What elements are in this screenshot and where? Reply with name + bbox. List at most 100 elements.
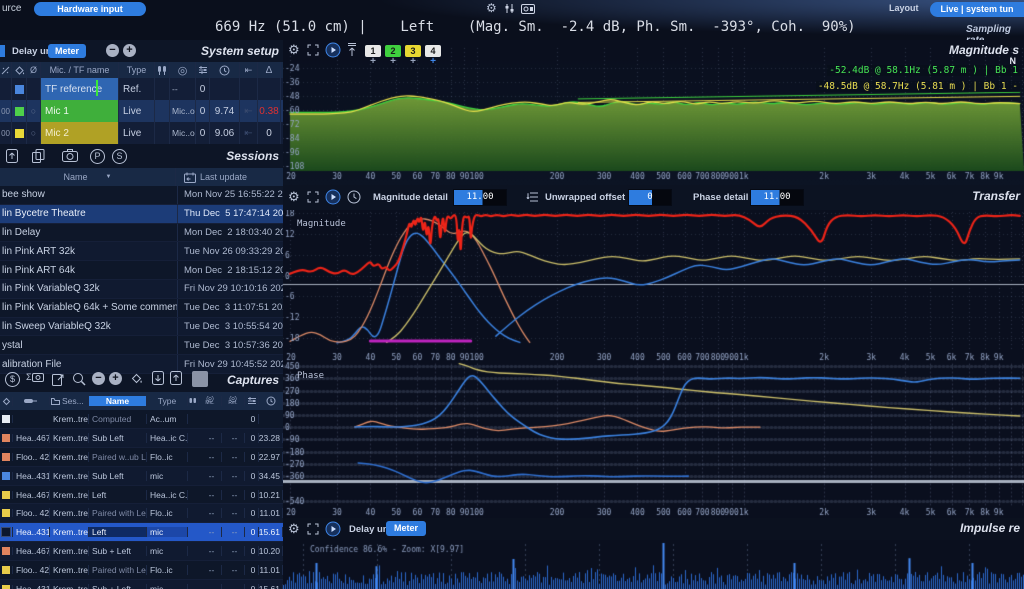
- checkbox[interactable]: [1, 527, 11, 537]
- session-row[interactable]: ystalTue Dec 3 10:57:36 2024: [0, 336, 283, 355]
- gear-icon[interactable]: ⚙: [486, 1, 497, 15]
- preset-s-icon[interactable]: S: [112, 149, 127, 164]
- gear-icon[interactable]: ⚙: [288, 42, 300, 58]
- capture-row[interactable]: Hea..431Krem..treSub + Leftmic----015.61: [0, 580, 283, 589]
- snap-left-icon[interactable]: [240, 78, 258, 100]
- sliders-icon[interactable]: [504, 3, 515, 14]
- capture-row[interactable]: Hea..467Krem..treLeftHea..ic C..----010.…: [0, 486, 283, 505]
- color-swatch[interactable]: [12, 122, 27, 144]
- capture-row[interactable]: Floo.. 426Krem..trePaired w..ub LeftFlo.…: [0, 448, 283, 467]
- preset-p-icon[interactable]: P: [90, 149, 105, 164]
- history-clock-icon[interactable]: [347, 190, 361, 204]
- channel-name[interactable]: Mic 1: [41, 100, 119, 122]
- capture-swatch[interactable]: [0, 585, 13, 589]
- checkbox[interactable]: [2, 415, 10, 423]
- unwrap-offset-icon[interactable]: [526, 191, 539, 203]
- sum-capture-icon[interactable]: Σ: [26, 372, 44, 382]
- session-row[interactable]: lin Pink ART 64kMon Dec 2 18:15:12 2024: [0, 261, 283, 280]
- transfer-function-chart[interactable]: [283, 210, 1024, 518]
- export-capture-icon[interactable]: [52, 372, 65, 386]
- add-trace-button[interactable]: +: [390, 58, 396, 66]
- paint-capture-icon[interactable]: [130, 372, 143, 385]
- session-column-header[interactable]: Ses...: [50, 396, 89, 406]
- mute-circle[interactable]: ○: [27, 100, 41, 122]
- capture-row[interactable]: Floo.. 426Krem..trePaired with LeftFlo..…: [0, 561, 283, 580]
- type-column-header[interactable]: Type: [119, 62, 155, 78]
- sessions-name-header[interactable]: Name: [64, 172, 88, 182]
- snapshot-camera-icon[interactable]: [62, 149, 78, 162]
- capture-swatch[interactable]: [0, 566, 13, 574]
- live-system-tuning-button[interactable]: Live | system tun: [930, 2, 1024, 17]
- copy-session-icon[interactable]: [32, 149, 45, 163]
- capture-swatch[interactable]: [0, 491, 13, 499]
- null-icon[interactable]: Ø: [27, 62, 41, 78]
- add-trace-button[interactable]: +: [370, 58, 376, 66]
- capture-swatch[interactable]: [0, 415, 13, 423]
- live-pause-icon[interactable]: [325, 189, 341, 205]
- save-capture-icon[interactable]: [152, 371, 164, 385]
- delay-unit-meter-button[interactable]: Meter: [48, 44, 86, 58]
- capture-row[interactable]: Floo.. 426Krem..trePaired with LeftFlo..…: [0, 504, 283, 523]
- channel-name[interactable]: TF reference: [41, 78, 119, 100]
- capture-swatch[interactable]: [0, 434, 13, 442]
- impulse-response-chart[interactable]: [283, 540, 1024, 589]
- load-capture-icon[interactable]: [170, 371, 182, 385]
- zoom-out-button[interactable]: −: [92, 372, 105, 385]
- color-swatch-button[interactable]: [192, 371, 208, 387]
- capture-row[interactable]: Hea..431Krem..treSub Leftmic----034.45: [0, 467, 283, 486]
- session-row[interactable]: lin DelayMon Dec 2 18:03:40 2024: [0, 224, 283, 243]
- fullscreen-icon[interactable]: [307, 191, 319, 203]
- minus-button[interactable]: −: [106, 44, 119, 57]
- hardware-input-button[interactable]: Hardware input: [34, 2, 146, 16]
- snap-left-icon[interactable]: ⇤: [240, 100, 258, 122]
- sessions-date-header[interactable]: Last update: [200, 172, 247, 182]
- magnifier-icon[interactable]: [72, 372, 86, 386]
- capture-swatch[interactable]: [0, 527, 13, 537]
- session-row[interactable]: lin Sweep VariableQ 32kTue Dec 3 10:55:5…: [0, 318, 283, 337]
- add-trace-button[interactable]: +: [410, 58, 416, 66]
- capture-swatch[interactable]: [0, 509, 13, 517]
- gear-icon[interactable]: ⚙: [288, 521, 300, 537]
- session-row[interactable]: lin Bycetre TheatreThu Dec 5 17:47:14 20…: [0, 205, 283, 224]
- fullscreen-icon[interactable]: [307, 44, 319, 56]
- session-row[interactable]: lin Pink VariableQ 64k + Some commentsTu…: [0, 299, 283, 318]
- capture-swatch[interactable]: [0, 547, 13, 555]
- delay-unit-meter-button[interactable]: Meter: [386, 521, 426, 536]
- channel-name[interactable]: Mic 2: [41, 122, 119, 144]
- import-file-icon[interactable]: [6, 149, 18, 163]
- name-column-header[interactable]: Mic. / TF name: [41, 62, 119, 78]
- store-capture-icon[interactable]: $: [5, 372, 20, 387]
- raise-trace-icon[interactable]: [347, 42, 357, 57]
- phase-detail-input[interactable]: 11.00: [750, 189, 804, 206]
- session-row[interactable]: lin Pink VariableQ 32kFri Nov 29 10:10:1…: [0, 280, 283, 299]
- session-row[interactable]: bee showMon Nov 25 16:55:22 2024: [0, 186, 283, 205]
- add-trace-button[interactable]: +: [430, 58, 436, 66]
- sort-filter-icon[interactable]: ▼: [106, 174, 112, 180]
- fullscreen-icon[interactable]: [307, 523, 319, 535]
- capture-row[interactable]: Hea..431Krem..treLeftmic----015.61: [0, 523, 283, 542]
- system-row[interactable]: TF referenceRef.--0: [0, 78, 283, 100]
- system-row[interactable]: 00○Mic 1LiveMic..or09.74⇤0.38: [0, 100, 283, 122]
- type-column-header[interactable]: Type: [147, 396, 188, 406]
- gear-icon[interactable]: ⚙: [288, 189, 300, 205]
- capture-swatch[interactable]: [0, 472, 13, 480]
- capture-row[interactable]: Hea..467Krem..treSub LeftHea..ic C..----…: [0, 429, 283, 448]
- live-pause-icon[interactable]: [325, 521, 341, 537]
- snap-left-icon[interactable]: ⇤: [240, 122, 258, 144]
- color-swatch[interactable]: [12, 100, 27, 122]
- name-column-header[interactable]: Name: [89, 396, 147, 406]
- camera-icon[interactable]: [521, 3, 535, 14]
- magnitude-detail-input[interactable]: 11.00: [453, 189, 507, 206]
- mute-circle[interactable]: ○: [27, 122, 41, 144]
- layout-label[interactable]: Layout: [889, 3, 919, 13]
- capture-swatch[interactable]: [0, 453, 13, 461]
- capture-row[interactable]: Krem..treComputedAc..um0: [0, 410, 283, 429]
- color-swatch[interactable]: [12, 78, 27, 100]
- paint-bucket-icon[interactable]: [12, 62, 27, 78]
- session-row[interactable]: lin Pink ART 32kTue Nov 26 09:33:29 2024: [0, 242, 283, 261]
- mute-circle[interactable]: [27, 78, 41, 100]
- unwrapped-offset-input[interactable]: 0: [628, 189, 672, 206]
- zoom-in-button[interactable]: +: [109, 372, 122, 385]
- live-pause-icon[interactable]: [325, 42, 341, 58]
- plus-button[interactable]: +: [123, 44, 136, 57]
